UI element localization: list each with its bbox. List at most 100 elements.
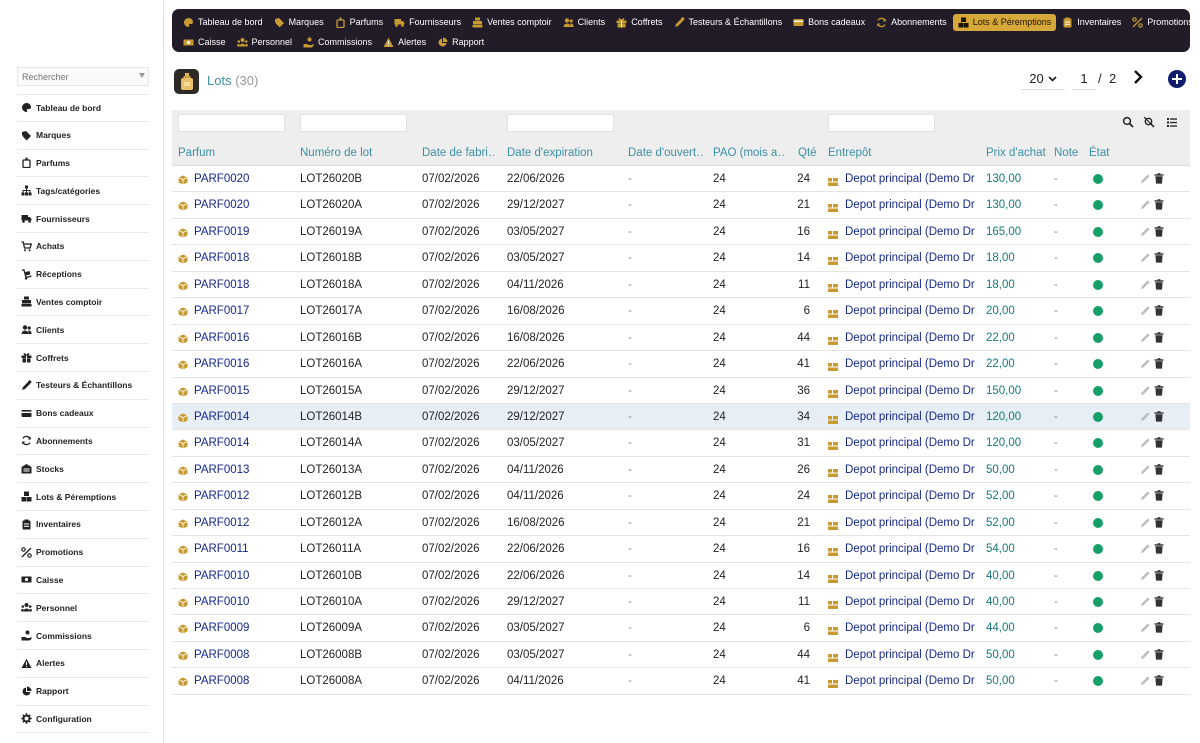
cell-parfum[interactable]: PARF0013 [194,457,294,483]
search-icon[interactable] [1122,116,1134,128]
cell-parfum[interactable]: PARF0012 [194,510,294,536]
table-row[interactable]: PARF0012 LOT26012B 07/02/2026 04/11/2026 - 24… [172,483,1190,510]
sidebar-item-inventaires[interactable]: Inventaires [17,511,149,539]
edit-icon[interactable] [1140,437,1151,448]
cell-entrepot[interactable]: Depot principal (Demo Dr… [845,536,975,562]
nav-item-bons-cadeaux[interactable]: Bons cadeaux [788,14,870,31]
trash-icon[interactable] [1154,649,1164,660]
table-row[interactable]: PARF0017 LOT26017A 07/02/2026 16/08/2026 - 24… [172,298,1190,325]
nav-item-promotions[interactable]: Promotions [1127,14,1198,31]
trash-icon[interactable] [1154,331,1164,343]
cell-entrepot[interactable]: Depot principal (Demo Dr… [845,457,975,483]
trash-icon[interactable] [1154,173,1164,184]
cell-parfum[interactable]: PARF0016 [194,351,294,377]
column-header-entrepot[interactable]: Entrepôt [828,140,968,166]
nav-item-commissions[interactable]: Commissions [298,34,377,51]
cell-entrepot[interactable]: Depot principal (Demo Dr… [845,668,975,694]
table-row[interactable]: PARF0013 LOT26013A 07/02/2026 04/11/2026 - 24… [172,456,1190,484]
table-row[interactable]: PARF0008 LOT26008B 07/02/2026 03/05/2027 - 24… [172,641,1190,669]
edit-icon[interactable] [1140,411,1151,422]
trash-icon[interactable] [1154,305,1164,316]
nav-item-marques[interactable]: Marques [269,14,329,31]
table-row[interactable]: PARF0009 LOT26009A 07/02/2026 03/05/2027 - 24… [172,615,1190,642]
cell-entrepot[interactable]: Depot principal (Demo Dr… [845,642,975,668]
sidebar-item-ventes-comptoir[interactable]: Ventes comptoir [17,289,149,317]
cell-entrepot[interactable]: Depot principal (Demo Dr… [845,378,975,404]
cell-entrepot[interactable]: Depot principal (Demo Dr… [845,245,975,271]
nav-item-inventaires[interactable]: Inventaires [1057,14,1126,31]
next-page-button[interactable] [1131,69,1145,85]
edit-icon[interactable] [1140,173,1151,184]
cell-parfum[interactable]: PARF0015 [194,378,294,404]
trash-icon[interactable] [1154,596,1164,607]
trash-icon[interactable] [1154,675,1164,686]
trash-icon[interactable] [1154,278,1164,290]
sidebar-item-configuration[interactable]: Configuration [17,706,149,734]
sidebar-item-clients[interactable]: Clients [17,316,149,345]
nav-item-coffrets[interactable]: Coffrets [611,14,667,31]
edit-icon[interactable] [1140,305,1151,316]
nav-item-alertes[interactable]: Alertes [378,34,431,51]
sidebar-item-tags-categories[interactable]: Tags/catégories [17,177,149,206]
table-row[interactable]: PARF0011 LOT26011A 07/02/2026 22/06/2026 - 24… [172,536,1190,563]
cell-parfum[interactable]: PARF0011 [194,536,294,562]
column-header-pao[interactable]: PAO (mois a… [713,140,785,166]
edit-icon[interactable] [1140,464,1151,475]
edit-icon[interactable] [1140,332,1151,343]
table-row[interactable]: PARF0020 LOT26020A 07/02/2026 29/12/2027 - 24… [172,192,1190,219]
nav-item-ventes-comptoir[interactable]: Ventes comptoir [467,14,557,31]
cell-parfum[interactable]: PARF0016 [194,325,294,351]
edit-icon[interactable] [1140,385,1151,396]
trash-icon[interactable] [1154,437,1164,448]
edit-icon[interactable] [1140,622,1151,633]
add-lot-button[interactable] [1168,70,1186,88]
sidebar-item-lots-peremptions[interactable]: Lots & Péremptions [17,483,149,511]
sidebar-item-achats[interactable]: Achats [17,233,149,261]
nav-item-personnel[interactable]: Personnel [232,34,298,51]
table-row[interactable]: PARF0019 LOT26019A 07/02/2026 03/05/2027 - 24… [172,218,1190,246]
column-header-prix[interactable]: Prix d'achat [986,140,1052,166]
sidebar-item-stocks[interactable]: Stocks [17,455,149,484]
trash-icon[interactable] [1154,516,1164,528]
cell-entrepot[interactable]: Depot principal (Demo Dr… [845,192,975,218]
edit-icon[interactable] [1140,570,1151,581]
sidebar-item-alertes[interactable]: Alertes [17,650,149,678]
table-row[interactable]: PARF0012 LOT26012A 07/02/2026 16/08/2026 - 24… [172,509,1190,537]
trash-icon[interactable] [1154,226,1164,237]
sidebar-item-caisse[interactable]: Caisse [17,567,149,595]
page-size-select[interactable]: 20 [1021,68,1065,90]
sidebar-item-commissions[interactable]: Commissions [17,622,149,650]
trash-icon[interactable] [1154,569,1164,581]
page-number-input[interactable]: 1 [1072,68,1096,90]
nav-item-caisse[interactable]: Caisse [178,34,231,51]
edit-icon[interactable] [1140,543,1151,554]
nav-item-tableau-de-bord[interactable]: Tableau de bord [178,14,268,31]
sidebar-item-personnel[interactable]: Personnel [17,594,149,623]
sidebar-item-coffrets[interactable]: Coffrets [17,344,149,372]
cell-parfum[interactable]: PARF0017 [194,298,294,324]
table-row[interactable]: PARF0018 LOT26018B 07/02/2026 03/05/2027 - 24… [172,245,1190,272]
cell-entrepot[interactable]: Depot principal (Demo Dr… [845,325,975,351]
column-header-etat[interactable]: État [1089,140,1119,166]
edit-icon[interactable] [1140,358,1151,369]
table-row[interactable]: PARF0016 LOT26016B 07/02/2026 16/08/2026 - 24… [172,324,1190,352]
sidebar-item-abonnements[interactable]: Abonnements [17,428,149,456]
sidebar-item-promotions[interactable]: Promotions [17,539,149,567]
nav-item-clients[interactable]: Clients [558,14,611,31]
sidebar-item-testeurs-echantillons[interactable]: Testeurs & Échantillons [17,372,149,400]
search-input[interactable] [18,68,148,85]
cell-parfum[interactable]: PARF0012 [194,483,294,509]
filter-parfum[interactable] [178,114,285,132]
sidebar-item-receptions[interactable]: Réceptions [17,261,149,289]
table-row[interactable]: PARF0010 LOT26010B 07/02/2026 22/06/2026 - 24… [172,562,1190,589]
cell-parfum[interactable]: PARF0020 [194,166,294,192]
cell-parfum[interactable]: PARF0014 [194,430,294,456]
cell-parfum[interactable]: PARF0010 [194,589,294,615]
column-header-parfum[interactable]: Parfum [178,140,293,166]
table-row[interactable]: PARF0018 LOT26018A 07/02/2026 04/11/2026 - 24… [172,271,1190,299]
column-header-qte[interactable]: Qté [798,140,824,166]
edit-icon[interactable] [1140,649,1151,660]
table-row[interactable]: PARF0008 LOT26008A 07/02/2026 04/11/2026 - 24… [172,668,1190,695]
nav-item-testeurs-echantillons[interactable]: Testeurs & Échantillons [669,14,788,31]
sidebar-item-rapport[interactable]: Rapport [17,678,149,706]
